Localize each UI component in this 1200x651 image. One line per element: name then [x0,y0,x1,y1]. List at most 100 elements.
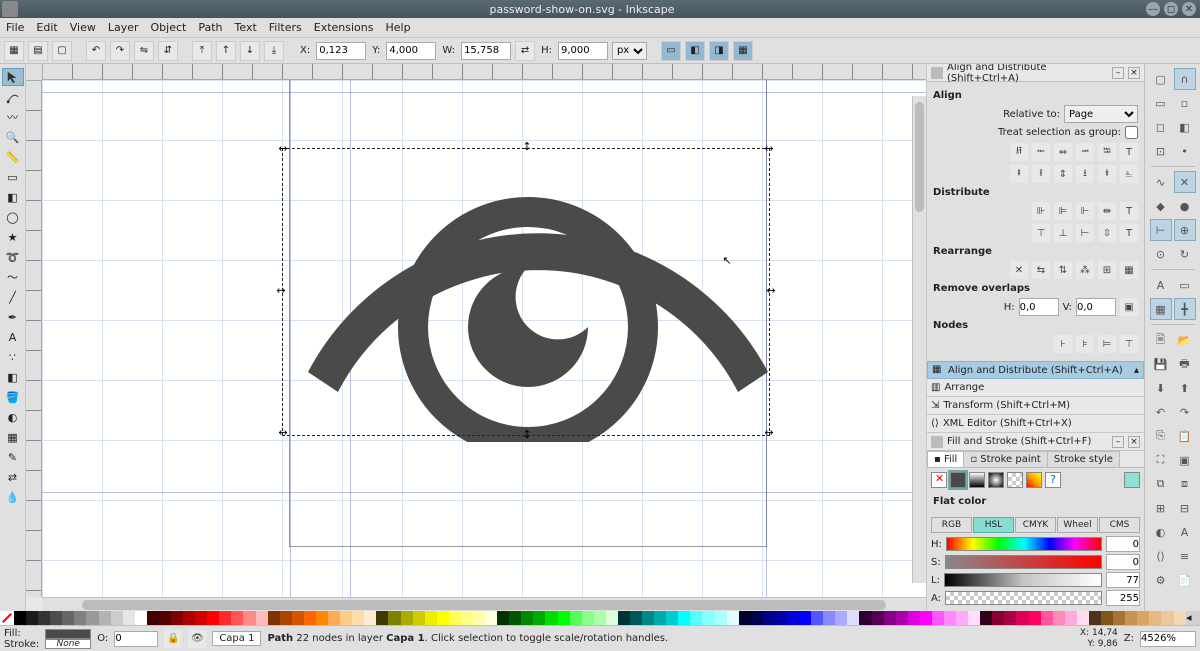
palette-color[interactable] [171,611,183,625]
align-right-edge-icon[interactable]: ⭾ [1098,143,1116,161]
affect-gradient-icon[interactable]: ◨ [709,41,729,61]
layer-selector[interactable]: Capa 1 [212,631,261,646]
guide-h2[interactable] [42,492,926,493]
palette-color[interactable] [630,611,642,625]
mode-hsl[interactable]: HSL [973,517,1014,533]
relative-to-select[interactable]: Page [1064,105,1138,123]
hue-slider[interactable] [946,537,1102,551]
palette-color[interactable] [920,611,932,625]
handle-e[interactable]: ↔ [766,286,776,296]
palette-color[interactable] [654,611,666,625]
lower-icon[interactable]: ↓ [240,41,260,61]
paint-flat-icon[interactable] [950,472,966,488]
maximize-button[interactable]: ◻ [1164,2,1178,16]
palette-color[interactable] [847,611,859,625]
snap-bbox-corner-icon[interactable]: ◻ [1150,116,1172,138]
palette-color[interactable] [1041,611,1053,625]
select-all-icon[interactable]: ▦ [4,41,24,61]
lower-bottom-icon[interactable]: ⤓ [264,41,284,61]
snap-center-icon[interactable]: ⊙ [1150,243,1172,265]
cmd-paste-icon[interactable]: 📋 [1174,425,1196,447]
minimize-button[interactable]: –– [1146,2,1160,16]
distribute-bottom-icon[interactable]: ⊢ [1076,224,1094,242]
menu-filters[interactable]: Filters [269,21,302,34]
cmd-docprops-icon[interactable]: 📄 [1174,569,1196,591]
snap-smooth-icon[interactable]: ● [1174,195,1196,217]
palette-color[interactable] [739,611,751,625]
rotate-ccw-icon[interactable]: ↶ [86,41,106,61]
palette-color[interactable] [195,611,207,625]
mode-rgb[interactable]: RGB [931,517,972,533]
zoom-input[interactable] [1140,631,1196,647]
palette-color[interactable] [292,611,304,625]
palette-color[interactable] [908,611,920,625]
palette-color[interactable] [1149,611,1161,625]
fillstroke-close-button[interactable]: × [1128,436,1140,448]
snap-magnet-icon[interactable]: ∩ [1174,68,1196,90]
palette-color[interactable] [1125,611,1137,625]
dropper-tool[interactable]: ✎ [2,448,24,466]
ruler-horizontal[interactable] [42,64,926,80]
rotate-cw-icon[interactable]: ↷ [110,41,130,61]
affect-stroke-icon[interactable]: ▭ [661,41,681,61]
palette-color[interactable] [702,611,714,625]
palette-color[interactable] [207,611,219,625]
palette-color[interactable] [582,611,594,625]
panel-arrange[interactable]: ▥ Arrange [927,379,1144,397]
palette-color[interactable] [606,611,618,625]
palette-color[interactable] [425,611,437,625]
lock-aspect-icon[interactable]: ⇄ [515,41,535,61]
distribute-hgap-icon[interactable]: ⇹ [1098,202,1116,220]
palette-color[interactable] [775,611,787,625]
palette-color[interactable] [243,611,255,625]
palette-color[interactable] [715,611,727,625]
nodes-align-hcenter-icon[interactable]: ⊧ [1076,335,1094,353]
palette-color[interactable] [38,611,50,625]
overlap-v-input[interactable] [1076,298,1116,316]
palette-color[interactable] [62,611,74,625]
treat-as-group-checkbox[interactable] [1125,126,1138,139]
palette-color[interactable] [570,611,582,625]
cmd-import-icon[interactable]: ⬇ [1150,377,1172,399]
cmd-ungroup-icon[interactable]: ⊟ [1174,497,1196,519]
align-top-edge-icon[interactable]: ⭻ [1010,165,1028,183]
cmd-zoom-fit-icon[interactable]: ⛶ [1150,449,1172,471]
distribute-hcenter-icon[interactable]: ⊫ [1054,202,1072,220]
handle-se[interactable]: ↔ [764,428,774,438]
palette-color[interactable] [690,611,702,625]
align-bottom-edge-icon[interactable]: ⭽ [1098,165,1116,183]
snap-text-icon[interactable]: A [1150,274,1172,296]
mode-cms[interactable]: CMS [1099,517,1140,533]
mode-cmyk[interactable]: CMYK [1015,517,1056,533]
menu-view[interactable]: View [70,21,96,34]
menu-help[interactable]: Help [385,21,410,34]
palette-color[interactable] [666,611,678,625]
tab-stroke-paint[interactable]: ▫ Stroke paint [963,451,1048,467]
palette-scroll[interactable]: ◂ [1186,611,1200,625]
mode-wheel[interactable]: Wheel [1057,517,1098,533]
palette-color[interactable] [944,611,956,625]
cmd-save-icon[interactable]: 💾 [1150,353,1172,375]
palette-color[interactable] [256,611,268,625]
cmd-new-icon[interactable]: 🗎 [1150,329,1172,351]
unit-select[interactable]: px [612,42,647,60]
menu-edit[interactable]: Edit [36,21,57,34]
cmd-copy-icon[interactable]: ⎘ [1150,425,1172,447]
raise-icon[interactable]: ↑ [216,41,236,61]
palette-color[interactable] [316,611,328,625]
palette-color[interactable] [509,611,521,625]
snap-bbox-icon[interactable]: ▭ [1150,92,1172,114]
close-button[interactable]: ✕ [1182,2,1196,16]
gradient-tool[interactable]: ◐ [2,408,24,426]
distribute-top-icon[interactable]: ⊤ [1032,224,1050,242]
palette-color[interactable] [99,611,111,625]
palette-color[interactable] [86,611,98,625]
palette-color[interactable] [932,611,944,625]
sat-input[interactable] [1106,554,1140,570]
snap-rotation-icon[interactable]: ↻ [1174,243,1196,265]
palette-color[interactable] [787,611,799,625]
cmd-fillstroke-icon[interactable]: ◐ [1150,521,1172,543]
palette-color[interactable] [147,611,159,625]
distribute-vcenter-icon[interactable]: ⊥ [1054,224,1072,242]
measure-tool[interactable]: 📏 [2,148,24,166]
